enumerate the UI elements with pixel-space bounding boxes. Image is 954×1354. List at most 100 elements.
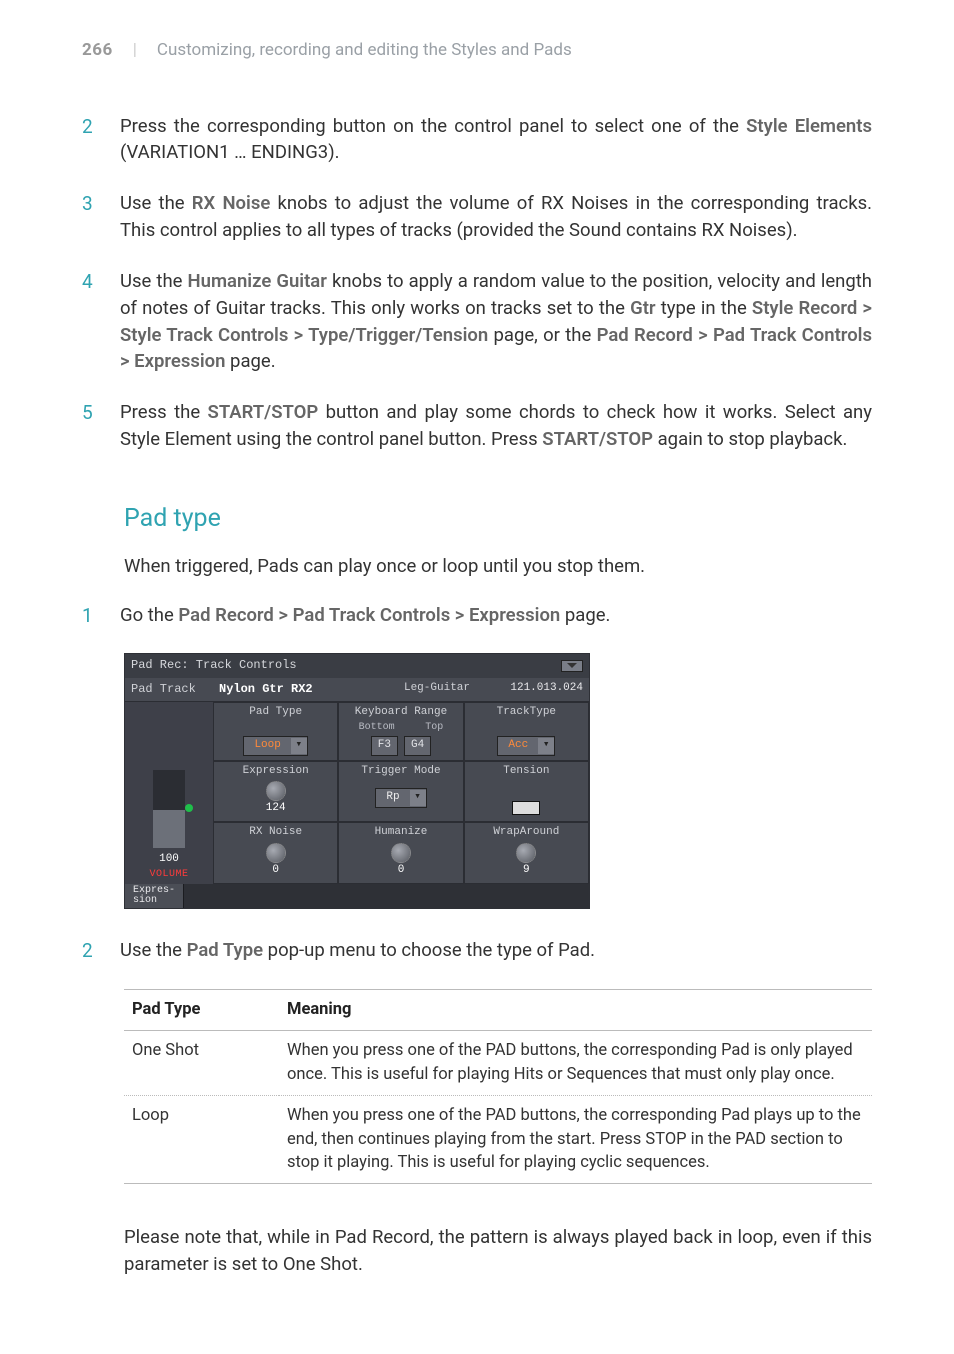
- text: Press the: [120, 401, 208, 423]
- pad-type-table: Pad Type Meaning One Shot When you press…: [124, 989, 872, 1185]
- volume-value: 100: [159, 852, 179, 868]
- text: page.: [560, 604, 610, 626]
- track-id: 121.013.024: [487, 681, 583, 697]
- cell-expression: Expression 124: [213, 761, 338, 823]
- step-b-1: 1 Go the Pad Record > Pad Track Controls…: [82, 602, 872, 630]
- rx-noise-knob[interactable]: [266, 843, 286, 863]
- chevron-down-icon: ▾: [410, 790, 426, 806]
- table-row: Loop When you press one of the PAD butto…: [124, 1095, 872, 1184]
- track-name[interactable]: Nylon Gtr RX2: [219, 681, 387, 698]
- chevron-down-icon: ▾: [538, 738, 554, 754]
- cell-key: Loop: [124, 1095, 279, 1184]
- step-c-2: 2 Use the Pad Type pop-up menu to choose…: [82, 937, 872, 965]
- tension-checkbox[interactable]: [512, 801, 540, 815]
- cell-key: One Shot: [124, 1030, 279, 1095]
- header-divider: |: [133, 38, 137, 63]
- text: pop-up menu to choose the type of Pad.: [263, 939, 595, 961]
- screenshot-pad-rec-track-controls: Pad Rec: Track Controls Pad Track Nylon …: [124, 653, 590, 909]
- text: page, or the: [488, 324, 596, 346]
- track-type-dropdown[interactable]: Acc ▾: [497, 736, 555, 756]
- term-start-stop: START/STOP: [208, 401, 319, 423]
- expression-value: 124: [218, 801, 333, 817]
- label-top: Top: [425, 721, 443, 736]
- track-leg: Leg-Guitar: [387, 681, 487, 697]
- cell-wraparound: WrapAround 9: [464, 822, 589, 884]
- cell-pad-type: Pad Type Loop ▾: [213, 702, 338, 760]
- term-rx-noise: RX Noise: [192, 192, 271, 214]
- step-number: 3: [82, 190, 98, 244]
- section-title: Pad type: [124, 501, 872, 537]
- step-body: Use the Pad Type pop-up menu to choose t…: [120, 937, 595, 965]
- track-label: Pad Track: [131, 681, 219, 698]
- step-number: 2: [82, 113, 98, 167]
- term-humanize-guitar: Humanize Guitar: [188, 270, 327, 292]
- step-number: 4: [82, 268, 98, 375]
- trigger-mode-dropdown[interactable]: Rp ▾: [375, 788, 426, 808]
- expression-knob[interactable]: [266, 781, 286, 801]
- text: Use the: [120, 192, 192, 214]
- term-start-stop: START/STOP: [542, 428, 653, 450]
- keyboard-range-top[interactable]: G4: [404, 736, 431, 756]
- term-pad-type: Pad Type: [187, 939, 264, 961]
- keyboard-range-bottom[interactable]: F3: [371, 736, 398, 756]
- page-header: 266 | Customizing, recording and editing…: [82, 38, 872, 63]
- wraparound-value: 9: [469, 863, 584, 879]
- cell-humanize: Humanize 0: [338, 822, 463, 884]
- track-info-row: Pad Track Nylon Gtr RX2 Leg-Guitar 121.0…: [125, 678, 589, 702]
- step-5: 5 Press the START/STOP button and play s…: [82, 399, 872, 453]
- text: (VARIATION1 … ENDING3).: [120, 141, 340, 163]
- step-3: 3 Use the RX Noise knobs to adjust the v…: [82, 190, 872, 244]
- text: Use the: [120, 939, 187, 961]
- term-style-elements: Style Elements: [746, 115, 872, 137]
- step-number: 2: [82, 937, 98, 965]
- pad-type-value: Loop: [244, 737, 290, 755]
- step-body: Use the Humanize Guitar knobs to apply a…: [120, 268, 872, 375]
- label-rx-noise: RX Noise: [218, 825, 333, 841]
- humanize-value: 0: [343, 863, 458, 879]
- volume-label: VOLUME: [149, 868, 188, 883]
- label-keyboard-range: Keyboard Range: [343, 705, 458, 721]
- wraparound-knob[interactable]: [516, 843, 536, 863]
- text: again to stop playback.: [653, 428, 847, 450]
- step-number: 1: [82, 602, 98, 630]
- controls-grid: Pad Type Loop ▾ Keyboard Range Bottom Top…: [213, 702, 589, 884]
- text: Go the: [120, 604, 178, 626]
- volume-slider[interactable]: [153, 770, 185, 848]
- chevron-down-icon: [567, 663, 577, 669]
- window-menu-button[interactable]: [561, 660, 583, 672]
- step-body: Press the START/STOP button and play som…: [120, 399, 872, 453]
- table-row: One Shot When you press one of the PAD b…: [124, 1030, 872, 1095]
- label-track-type: TrackType: [469, 705, 584, 721]
- tab-expression[interactable]: Expres- sion: [125, 884, 184, 908]
- cell-keyboard-range: Keyboard Range Bottom Top F3 G4: [338, 702, 463, 760]
- label-expression: Expression: [218, 764, 333, 780]
- label-trigger-mode: Trigger Mode: [343, 764, 458, 780]
- label-humanize: Humanize: [343, 825, 458, 841]
- section-lead: When triggered, Pads can play once or lo…: [124, 553, 872, 580]
- term-path: Pad Record > Pad Track Controls > Expres…: [178, 604, 560, 626]
- table-header-row: Pad Type Meaning: [124, 989, 872, 1030]
- label-pad-type: Pad Type: [218, 705, 333, 721]
- track-type-value: Acc: [498, 737, 538, 755]
- step-body: Press the corresponding button on the co…: [120, 113, 872, 167]
- chevron-down-icon: ▾: [291, 738, 307, 754]
- screenshot-body: 100 VOLUME Pad Type Loop ▾ Keyboard Rang…: [125, 702, 589, 884]
- label-wraparound: WrapAround: [469, 825, 584, 841]
- volume-panel: 100 VOLUME: [125, 702, 213, 884]
- rx-noise-value: 0: [218, 863, 333, 879]
- step-2: 2 Press the corresponding button on the …: [82, 113, 872, 167]
- header-pad-type: Pad Type: [124, 989, 279, 1030]
- page-number: 266: [82, 38, 113, 63]
- status-dot-icon: [185, 804, 193, 812]
- cell-rx-noise: RX Noise 0: [213, 822, 338, 884]
- cell-value: When you press one of the PAD buttons, t…: [279, 1095, 872, 1184]
- cell-tension: Tension: [464, 761, 589, 823]
- label-tension: Tension: [469, 764, 584, 780]
- humanize-knob[interactable]: [391, 843, 411, 863]
- window-title-bar: Pad Rec: Track Controls: [125, 654, 589, 677]
- cell-trigger-mode: Trigger Mode Rp ▾: [338, 761, 463, 823]
- text: Press the corresponding button on the co…: [120, 115, 746, 137]
- window-title: Pad Rec: Track Controls: [131, 657, 297, 674]
- label-bottom: Bottom: [359, 721, 395, 736]
- pad-type-dropdown[interactable]: Loop ▾: [243, 736, 307, 756]
